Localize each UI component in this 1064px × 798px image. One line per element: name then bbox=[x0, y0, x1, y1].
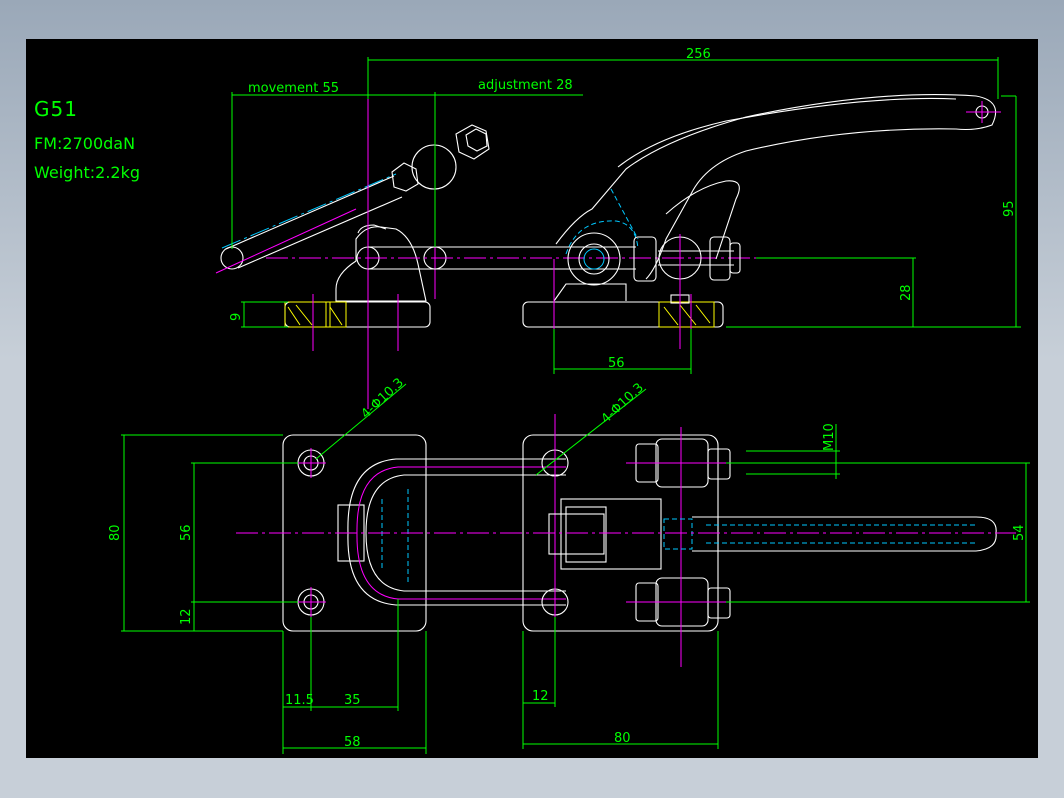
dim-58: 58 bbox=[344, 735, 361, 750]
dim-12-left: 12 bbox=[179, 608, 194, 625]
dim-12-bottom: 12 bbox=[532, 689, 549, 704]
side-view: 256 movement 55 adjustment 28 95 28 9 56 bbox=[215, 47, 1021, 409]
top-view-right: 4-Φ10.3 bbox=[236, 380, 1016, 667]
dim-adjustment: adjustment 28 bbox=[478, 78, 573, 93]
hole-spec-left: 4-Φ10.3 bbox=[358, 375, 406, 422]
dim-35: 35 bbox=[344, 693, 361, 708]
dim-m10: M10 bbox=[822, 423, 837, 451]
dim-9: 9 bbox=[229, 313, 244, 321]
side-dimensions: 256 movement 55 adjustment 28 95 28 9 56 bbox=[229, 47, 1021, 374]
top-view-dimensions: 80 56 12 54 M10 11.5 35 58 12 80 bbox=[108, 423, 1030, 754]
dim-54: 54 bbox=[1012, 524, 1027, 541]
dim-28: 28 bbox=[899, 284, 914, 301]
hole-spec-right: 4-Φ10.3 bbox=[598, 380, 646, 427]
technical-drawing: 256 movement 55 adjustment 28 95 28 9 56… bbox=[108, 47, 1030, 754]
draw-bar bbox=[266, 246, 786, 270]
dim-movement: movement 55 bbox=[248, 81, 339, 96]
dim-56-left: 56 bbox=[179, 524, 194, 541]
dim-80-bottom: 80 bbox=[614, 731, 631, 746]
cad-drawing-canvas[interactable]: G51 FM:2700daN Weight:2.2kg 256 movement… bbox=[26, 39, 1038, 758]
open-handle-position bbox=[215, 124, 490, 274]
dim-256: 256 bbox=[686, 47, 711, 62]
dim-56-side: 56 bbox=[608, 356, 625, 371]
dim-95: 95 bbox=[1002, 200, 1017, 217]
dim-11-5: 11.5 bbox=[285, 693, 314, 708]
dim-80-left: 80 bbox=[108, 524, 123, 541]
clamp-body bbox=[522, 94, 1001, 369]
